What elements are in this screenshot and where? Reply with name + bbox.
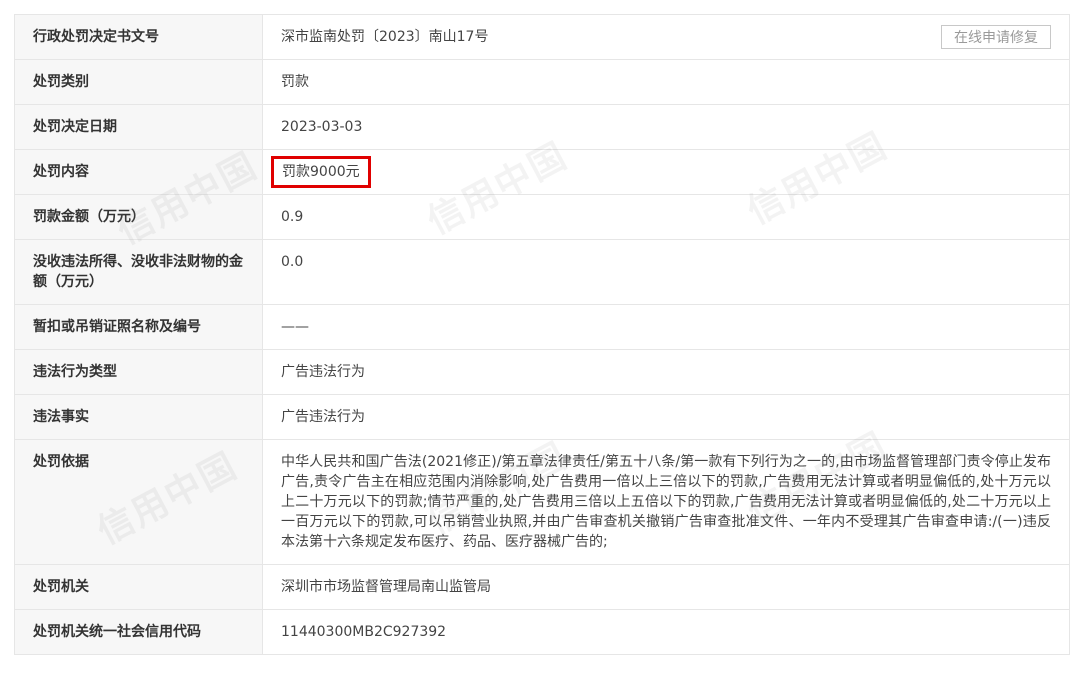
row-label: 处罚内容 <box>14 149 263 195</box>
table-row: 处罚机关统一社会信用代码 11440300MB2C927392 <box>14 609 1070 655</box>
table-row: 违法行为类型 广告违法行为 <box>14 349 1070 395</box>
row-label: 处罚依据 <box>14 439 263 565</box>
table-row: 处罚依据 中华人民共和国广告法(2021修正)/第五章法律责任/第五十八条/第一… <box>14 439 1070 565</box>
penalty-detail-page: 行政处罚决定书文号 深市监南处罚〔2023〕南山17号 在线申请修复 处罚类别 … <box>0 0 1080 694</box>
table-row: 行政处罚决定书文号 深市监南处罚〔2023〕南山17号 在线申请修复 <box>14 14 1070 60</box>
row-value: 广告违法行为 <box>262 349 1070 395</box>
row-label: 处罚机关统一社会信用代码 <box>14 609 263 655</box>
row-value: 0.0 <box>262 239 1070 305</box>
row-label: 处罚机关 <box>14 564 263 610</box>
row-value: 中华人民共和国广告法(2021修正)/第五章法律责任/第五十八条/第一款有下列行… <box>262 439 1070 565</box>
row-label: 违法事实 <box>14 394 263 440</box>
table-row: 暂扣或吊销证照名称及编号 —— <box>14 304 1070 350</box>
row-label: 暂扣或吊销证照名称及编号 <box>14 304 263 350</box>
row-label: 处罚类别 <box>14 59 263 105</box>
highlighted-penalty-content: 罚款9000元 <box>271 156 371 188</box>
table-row: 没收违法所得、没收非法财物的金额（万元） 0.0 <box>14 239 1070 305</box>
row-label: 行政处罚决定书文号 <box>14 14 263 60</box>
table-row: 处罚内容 罚款9000元 <box>14 149 1070 195</box>
row-value-cell: 深市监南处罚〔2023〕南山17号 在线申请修复 <box>262 14 1070 60</box>
row-value: —— <box>262 304 1070 350</box>
row-value: 0.9 <box>262 194 1070 240</box>
table-row: 违法事实 广告违法行为 <box>14 394 1070 440</box>
table-row: 罚款金额（万元） 0.9 <box>14 194 1070 240</box>
penalty-info-table: 行政处罚决定书文号 深市监南处罚〔2023〕南山17号 在线申请修复 处罚类别 … <box>14 14 1070 655</box>
row-label: 处罚决定日期 <box>14 104 263 150</box>
row-value: 罚款 <box>262 59 1070 105</box>
row-value-cell: 罚款9000元 <box>262 149 1070 195</box>
row-label: 违法行为类型 <box>14 349 263 395</box>
table-row: 处罚类别 罚款 <box>14 59 1070 105</box>
row-value: 深圳市市场监督管理局南山监管局 <box>262 564 1070 610</box>
online-repair-button[interactable]: 在线申请修复 <box>941 25 1051 49</box>
row-value: 11440300MB2C927392 <box>262 609 1070 655</box>
row-value: 2023-03-03 <box>262 104 1070 150</box>
table-row: 处罚决定日期 2023-03-03 <box>14 104 1070 150</box>
row-label: 没收违法所得、没收非法财物的金额（万元） <box>14 239 263 305</box>
row-value: 深市监南处罚〔2023〕南山17号 <box>281 29 489 45</box>
table-row: 处罚机关 深圳市市场监督管理局南山监管局 <box>14 564 1070 610</box>
row-label: 罚款金额（万元） <box>14 194 263 240</box>
row-value: 广告违法行为 <box>262 394 1070 440</box>
